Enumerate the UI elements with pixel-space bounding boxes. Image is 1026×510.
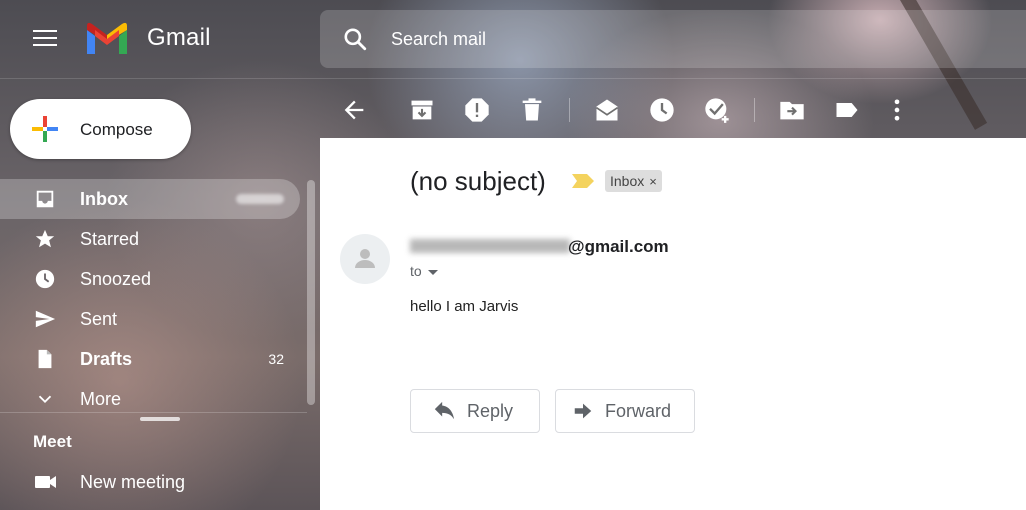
menu-bar <box>33 30 57 32</box>
sender-name-redacted <box>410 239 570 253</box>
reply-button[interactable]: Reply <box>410 389 540 433</box>
importance-marker-icon[interactable] <box>572 174 594 188</box>
toolbar-separator <box>754 98 755 122</box>
snooze-icon[interactable] <box>648 96 676 124</box>
sidebar-item-inbox[interactable]: Inbox <box>0 179 300 219</box>
forward-icon <box>572 401 594 421</box>
recipient-details-toggle[interactable]: to <box>410 263 438 279</box>
remove-label-button[interactable]: × <box>649 174 657 189</box>
star-icon <box>34 228 56 250</box>
gmail-brand-text: Gmail <box>147 24 211 51</box>
compose-button[interactable]: Compose <box>10 99 191 159</box>
menu-bar <box>33 44 57 46</box>
main-menu-button[interactable] <box>33 30 57 48</box>
archive-icon[interactable] <box>408 96 436 124</box>
new-meeting-button[interactable]: New meeting <box>0 462 300 502</box>
reply-icon <box>433 401 455 421</box>
inbox-unread-count-redacted <box>236 194 284 204</box>
message-body: hello I am Jarvis <box>410 298 519 315</box>
to-label: to <box>410 263 422 279</box>
label-icon[interactable] <box>833 96 861 124</box>
sidebar-item-sent[interactable]: Sent <box>0 299 300 339</box>
header-divider <box>0 78 1026 79</box>
sidebar-scrollbar[interactable] <box>307 180 315 405</box>
sidebar-item-drafts[interactable]: Drafts 32 <box>0 339 300 379</box>
video-camera-icon <box>34 472 58 492</box>
sidebar-item-label: Snoozed <box>80 269 152 289</box>
sidebar-item-starred[interactable]: Starred <box>0 219 300 259</box>
reply-label: Reply <box>467 401 514 421</box>
avatar <box>340 234 390 284</box>
caret-down-icon <box>427 269 438 275</box>
message-subject: (no subject) <box>410 166 546 196</box>
compose-label: Compose <box>80 120 153 139</box>
sidebar-item-label: Drafts <box>80 349 133 369</box>
clock-icon <box>34 268 56 290</box>
inbox-icon <box>34 188 56 210</box>
sidebar-divider <box>0 412 307 413</box>
sidebar-item-label: More <box>80 389 122 409</box>
toolbar-separator <box>569 98 570 122</box>
new-meeting-label: New meeting <box>80 472 186 492</box>
add-to-tasks-icon[interactable] <box>703 96 731 124</box>
more-vert-icon[interactable] <box>883 96 911 124</box>
message-view: (no subject) Inbox × @gmail.com to hello … <box>320 138 1026 510</box>
forward-label: Forward <box>605 401 672 421</box>
message-toolbar <box>320 88 1026 132</box>
sender-email: @gmail.com <box>568 237 669 256</box>
meet-section-title: Meet <box>33 432 72 451</box>
sidebar-item-label: Inbox <box>80 189 128 209</box>
back-arrow-icon[interactable] <box>340 96 368 124</box>
drafts-count: 32 <box>268 351 284 367</box>
search-input[interactable]: Search mail <box>391 29 486 50</box>
search-icon[interactable] <box>342 26 368 52</box>
move-to-icon[interactable] <box>778 96 806 124</box>
resize-handle[interactable] <box>140 417 180 421</box>
compose-plus-icon <box>30 114 60 144</box>
delete-icon[interactable] <box>518 96 546 124</box>
gmail-logo-icon[interactable] <box>84 20 130 56</box>
chevron-down-icon <box>34 388 56 410</box>
sidebar-item-label: Sent <box>80 309 118 329</box>
forward-button[interactable]: Forward <box>555 389 695 433</box>
sidebar-item-label: Starred <box>80 229 140 249</box>
label-chip-inbox: Inbox × <box>605 170 662 192</box>
sidebar-nav: Inbox Starred Snoozed Sent Drafts 32 Mor… <box>0 179 300 419</box>
mark-unread-icon[interactable] <box>593 96 621 124</box>
menu-bar <box>33 37 57 39</box>
send-icon <box>34 308 56 330</box>
search-bar[interactable]: Search mail <box>320 10 1026 68</box>
draft-icon <box>34 348 56 370</box>
sidebar-item-snoozed[interactable]: Snoozed <box>0 259 300 299</box>
label-chip-text: Inbox <box>610 173 645 189</box>
report-spam-icon[interactable] <box>463 96 491 124</box>
sidebar-item-more[interactable]: More <box>0 379 300 419</box>
